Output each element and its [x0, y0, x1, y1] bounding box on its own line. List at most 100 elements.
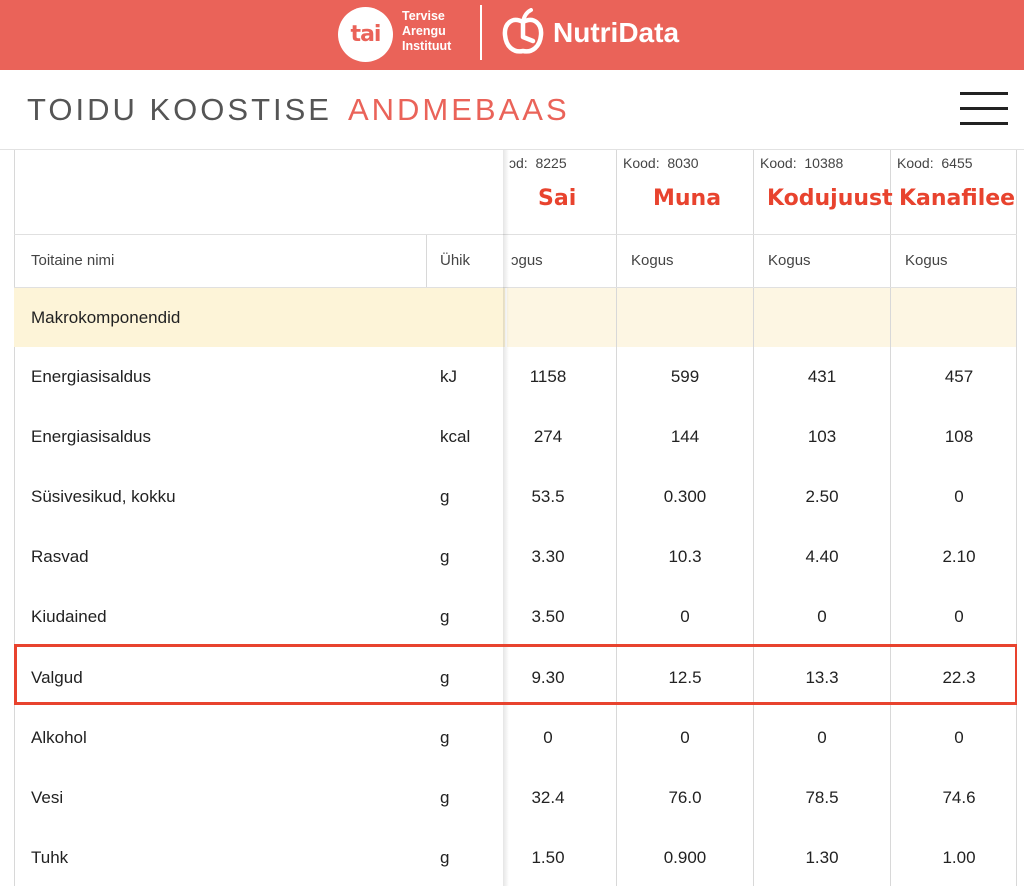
nutrient-value: 457	[944, 367, 974, 386]
site-title-part2: ANDMEBAAS	[347, 92, 570, 127]
nutrient-table: ɔd: 8225 Sai Kood: 8030 Muna Kood: 10388…	[14, 150, 1017, 886]
nutrient-value: 274	[533, 427, 563, 446]
nutrient-unit: g	[440, 848, 450, 867]
nutrient-value: 0	[954, 728, 964, 747]
brand-bar: tai Tervise Arengu Instituut NutriData	[0, 0, 1024, 70]
table-row: Energiasisaldus kJ 1158 599 431 457	[14, 347, 1017, 407]
nutrient-unit: g	[440, 607, 450, 626]
nutrient-name: Vesi	[31, 788, 64, 807]
nutrient-name: Rasvad	[31, 547, 89, 566]
nutrient-value: 1.50	[531, 848, 565, 867]
hamburger-menu-icon[interactable]	[960, 92, 1008, 128]
app-name[interactable]: NutriData	[553, 17, 679, 49]
org-name-line: Tervise	[402, 9, 445, 23]
nutrient-value: 32.4	[531, 788, 565, 807]
nutrient-value: 78.5	[805, 788, 839, 807]
nutrient-value: 3.30	[531, 547, 565, 566]
nutrient-value: 53.5	[531, 487, 565, 506]
nutrient-name: Tuhk	[31, 848, 69, 867]
table-row: Alkohol g 0 0 0 0	[14, 708, 1017, 768]
nutrient-value: 0	[954, 607, 964, 626]
table-row: Rasvad g 3.30 10.3 4.40 2.10	[14, 527, 1017, 587]
nutrient-value: 4.40	[805, 547, 839, 566]
nutrient-value: 108	[944, 427, 974, 446]
nutrient-value: 10.3	[668, 547, 702, 566]
org-name: Tervise Arengu Instituut	[402, 9, 451, 54]
column-header-quantity: Kogus	[631, 252, 674, 269]
food-code: Kood: 6455	[897, 155, 973, 171]
nutrient-value: 0.300	[663, 487, 707, 506]
nutrient-value: 2.50	[805, 487, 839, 506]
column-divider	[426, 234, 427, 288]
menu-bar	[960, 92, 1008, 95]
nutrient-value: 599	[670, 367, 700, 386]
nutrient-value: 3.50	[531, 607, 565, 626]
nutrient-value: 0	[817, 607, 827, 626]
nutrient-value: 0	[680, 728, 690, 747]
tai-logo[interactable]: tai	[338, 7, 393, 62]
nutrient-value: 76.0	[668, 788, 702, 807]
nutrient-value: 2.10	[942, 547, 976, 566]
nutrient-unit: g	[440, 728, 450, 747]
org-name-line: Instituut	[402, 39, 452, 53]
nutrient-value: 1158	[529, 367, 567, 386]
section-cell	[507, 288, 616, 347]
food-code: Kood: 10388	[760, 155, 844, 171]
site-title[interactable]: TOIDU KOOSTISE ANDMEBAAS	[27, 92, 570, 128]
nutrient-name: Alkohol	[31, 728, 87, 747]
column-header-quantity: Kogus	[905, 252, 948, 269]
section-cell	[891, 288, 1016, 347]
food-name-kodujuust[interactable]: Kodujuust	[767, 186, 893, 212]
brand-divider	[480, 5, 482, 60]
nutrient-value: 0	[954, 487, 964, 506]
nutrient-value: 0	[817, 728, 827, 747]
nutrient-value: 1.30	[805, 848, 839, 867]
column-header-quantity: ɔgus	[511, 252, 543, 269]
table-row: Süsivesikud, kokku g 53.5 0.300 2.50 0	[14, 467, 1017, 527]
food-code: Kood: 8030	[623, 155, 699, 171]
nutrient-unit: g	[440, 487, 450, 506]
sticky-column-shadow	[503, 150, 509, 886]
site-header: TOIDU KOOSTISE ANDMEBAAS	[0, 70, 1024, 150]
nutrient-value: 74.6	[942, 788, 976, 807]
nutrient-name: Kiudained	[31, 607, 107, 626]
nutrient-unit: g	[440, 788, 450, 807]
menu-bar	[960, 122, 1008, 125]
food-name-muna[interactable]: Muna	[653, 186, 721, 212]
highlight-frame	[14, 644, 1017, 705]
apple-icon	[502, 8, 544, 54]
nutrient-unit: kJ	[440, 367, 457, 386]
food-name-sai[interactable]: Sai	[538, 186, 576, 212]
nutrient-name: Energiasisaldus	[31, 427, 152, 446]
section-cell	[754, 288, 890, 347]
nutrient-value: 144	[670, 427, 700, 446]
table-row: Kiudained g 3.50 0 0 0	[14, 587, 1017, 647]
column-header-unit[interactable]: Ühik	[440, 251, 470, 271]
column-header-nutrient[interactable]: Toitaine nimi	[31, 251, 114, 271]
site-title-part1: TOIDU KOOSTISE	[27, 92, 332, 127]
table-row: Tuhk g 1.50 0.900 1.30 1.00	[14, 828, 1017, 886]
nutrient-unit: g	[440, 547, 450, 566]
food-name-kanafilee[interactable]: Kanafilee	[899, 186, 1015, 212]
section-row: Makrokomponendid	[14, 288, 1017, 347]
org-name-line: Arengu	[402, 24, 446, 38]
tai-logo-text: tai	[350, 22, 382, 47]
nutrient-value: 0	[680, 607, 690, 626]
row-divider	[14, 234, 1017, 235]
nutrient-value: 0	[543, 728, 553, 747]
nutrient-name: Energiasisaldus	[31, 367, 152, 386]
section-cell	[617, 288, 753, 347]
nutrient-name: Süsivesikud, kokku	[31, 487, 176, 506]
nutrient-unit: kcal	[440, 427, 471, 446]
nutrient-value: 1.00	[942, 848, 976, 867]
nutrient-value: 103	[807, 427, 837, 446]
food-code: ɔd: 8225	[509, 155, 567, 171]
nutrient-value: 431	[807, 367, 837, 386]
table-row: Vesi g 32.4 76.0 78.5 74.6	[14, 768, 1017, 828]
section-name-cell: Makrokomponendid	[14, 288, 505, 347]
menu-bar	[960, 107, 1008, 110]
table-row: Energiasisaldus kcal 274 144 103 108	[14, 407, 1017, 467]
nutrient-value: 0.900	[663, 848, 707, 867]
column-header-quantity: Kogus	[768, 252, 811, 269]
section-name: Makrokomponendid	[31, 308, 181, 327]
